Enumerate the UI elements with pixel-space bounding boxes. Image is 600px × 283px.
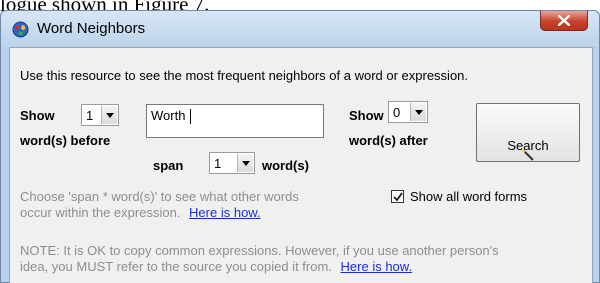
search-button-label: Search <box>507 138 549 153</box>
after-count-select[interactable]: 0 <box>388 101 428 123</box>
span-words-label: word(s) <box>262 158 309 173</box>
word-neighbors-window: Word Neighbors Use this resource to see … <box>0 10 600 283</box>
span-count-select[interactable]: 1 <box>209 152 255 174</box>
note-text: idea, you MUST refer to the source you c… <box>20 259 332 274</box>
before-count-select[interactable]: 1 <box>81 104 119 126</box>
note-line2: idea, you MUST refer to the source you c… <box>20 259 412 274</box>
globe-icon <box>12 21 29 38</box>
span-help-line2: occur within the expression. Here is how… <box>20 205 261 220</box>
span-help-link[interactable]: Here is how. <box>189 205 261 220</box>
check-icon <box>393 192 403 202</box>
show-all-forms-checkbox[interactable] <box>391 190 404 203</box>
window-title: Word Neighbors <box>37 20 146 37</box>
before-count-value: 1 <box>86 108 94 123</box>
chevron-down-icon[interactable] <box>237 154 253 172</box>
words-after-label: word(s) after <box>349 133 428 148</box>
title-bar[interactable]: Word Neighbors <box>1 11 599 47</box>
close-button[interactable] <box>540 11 588 31</box>
chevron-down-icon[interactable] <box>101 106 117 124</box>
search-button[interactable]: Search <box>476 103 580 162</box>
word-input-value: Worth <box>151 108 186 123</box>
span-count-value: 1 <box>214 156 222 171</box>
note-link[interactable]: Here is how. <box>341 259 413 274</box>
after-count-value: 0 <box>393 105 401 120</box>
show-before-label: Show <box>20 108 55 123</box>
show-after-label: Show <box>349 108 384 123</box>
chevron-down-icon[interactable] <box>410 103 426 121</box>
text-caret <box>190 109 191 124</box>
word-input[interactable]: Worth <box>146 104 324 138</box>
dialog-body: Use this resource to see the most freque… <box>9 47 593 283</box>
intro-text: Use this resource to see the most freque… <box>20 68 469 83</box>
words-before-label: word(s) before <box>20 133 111 148</box>
span-help-line1: Choose 'span * word(s)' to see what othe… <box>20 189 299 204</box>
span-label: span <box>153 158 184 173</box>
span-help-text: occur within the expression. <box>20 205 181 220</box>
show-all-forms-label[interactable]: Show all word forms <box>410 189 527 204</box>
note-line1: NOTE: It is OK to copy common expression… <box>20 243 499 258</box>
